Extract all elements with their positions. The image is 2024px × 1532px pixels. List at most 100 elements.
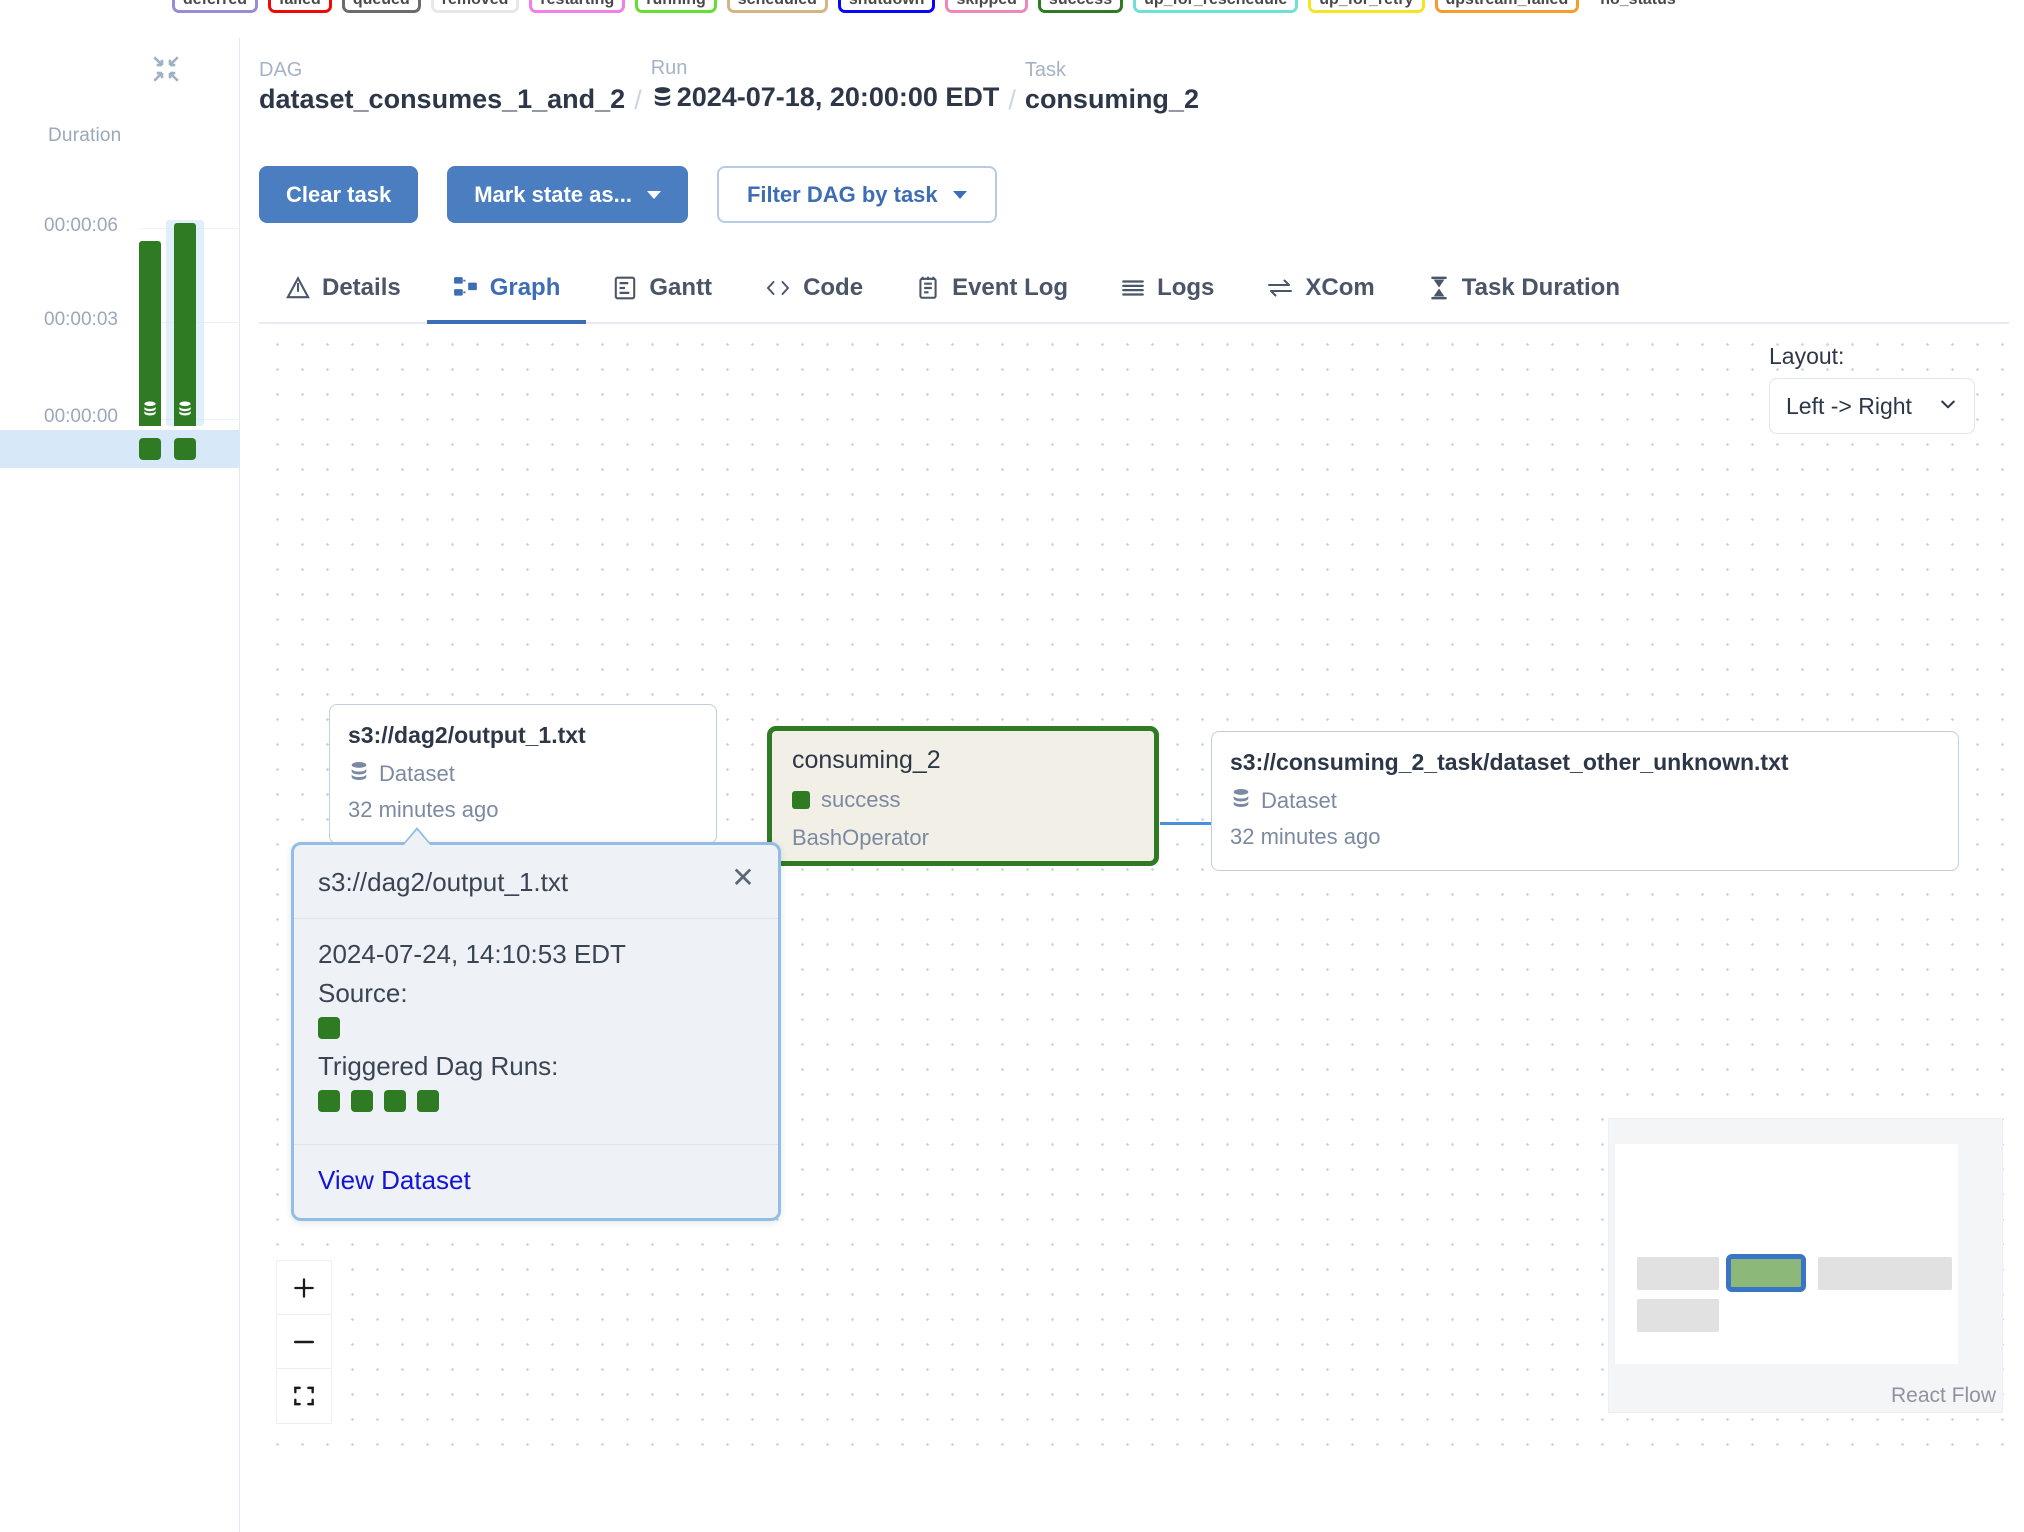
duration-bar[interactable] [174,223,196,426]
dataset-icon [348,760,370,788]
exchange-arrows-icon [1266,275,1294,301]
status-chip[interactable] [318,1017,340,1039]
minimap-viewport [1615,1144,1958,1364]
run-status-square[interactable] [139,438,161,460]
clear-task-label: Clear task [286,182,391,208]
status-legend-badge[interactable]: restarting [529,0,625,13]
dataset-node-title: s3://consuming_2_task/dataset_other_unkn… [1230,749,1940,776]
dataset-node-title: s3://dag2/output_1.txt [348,722,698,749]
status-legend-badge[interactable]: no_status [1589,0,1687,13]
zoom-in-icon[interactable] [277,1261,331,1315]
dataset-icon [142,400,159,422]
tab-code[interactable]: Code [738,256,889,324]
status-legend-label: upstream_failed [1446,0,1569,9]
minimap-node[interactable] [1637,1257,1719,1290]
duration-bar-column[interactable] [139,241,161,426]
tab-gantt[interactable]: Gantt [586,256,738,324]
popover-header: s3://dag2/output_1.txt ✕ [294,845,778,919]
breadcrumb-separator: / [634,85,642,117]
duration-bar-column[interactable] [174,223,196,426]
tab-bar: Details Graph Gantt Code Event Log Logs … [259,256,2009,324]
status-chip[interactable] [417,1090,439,1112]
tab-graph[interactable]: Graph [427,256,587,324]
task-node-title: consuming_2 [792,746,1134,775]
status-legend-badge[interactable]: running [635,0,717,13]
graph-node-task[interactable]: consuming_2 success BashOperator [767,726,1159,866]
status-legend: deferred failed queued removed restarting run… [0,0,2024,14]
tab-event-log-label: Event Log [952,274,1068,302]
chevron-down-icon [953,191,967,199]
status-legend-badge[interactable]: upstream_failed [1435,0,1580,13]
status-legend-badge[interactable]: skipped [945,0,1027,13]
status-legend-badge[interactable]: shutdown [838,0,936,13]
popover-triggered-label: Triggered Dag Runs: [318,1051,754,1082]
dataset-icon [1230,787,1252,815]
layout-control: Layout: Left -> Right [1769,343,1975,434]
status-legend-badge[interactable]: removed [431,0,520,13]
status-legend-badge[interactable]: scheduled [727,0,828,13]
tab-task-duration-label: Task Duration [1462,274,1620,302]
tab-logs[interactable]: Logs [1094,256,1240,324]
edge-task-to-dataset [1160,822,1212,825]
status-legend-badge[interactable]: deferred [172,0,258,13]
compress-arrows-icon[interactable] [147,50,185,88]
popover-triggered-chips[interactable] [318,1090,754,1112]
popover-source-label: Source: [318,978,754,1009]
chevron-down-icon [647,191,661,199]
graph-minimap[interactable]: React Flow [1608,1118,2003,1413]
status-chip[interactable] [384,1090,406,1112]
status-legend-badge[interactable]: up_for_reschedule [1133,0,1298,13]
layout-select[interactable]: Left -> Right [1769,378,1975,434]
breadcrumb-run-kicker: Run [651,56,1000,81]
status-legend-label: up_for_reschedule [1144,0,1287,9]
duration-bar[interactable] [139,241,161,426]
minimap-node[interactable] [1637,1299,1719,1332]
reactflow-attribution[interactable]: React Flow [1891,1384,1996,1408]
fit-view-icon[interactable] [277,1369,331,1423]
main-panel: DAG dataset_consumes_1_and_2 / Run 2024-… [241,38,2024,1470]
status-legend-badge[interactable]: failed [268,0,332,13]
dataset-popover[interactable]: s3://dag2/output_1.txt ✕ 2024-07-24, 14:… [291,842,781,1221]
y-tick-label: 00:00:00 [44,406,118,428]
tab-details-label: Details [322,274,401,302]
status-legend-label: queued [353,0,410,9]
status-badge [792,791,810,809]
status-legend-badge[interactable]: queued [342,0,421,13]
zoom-out-icon[interactable] [277,1315,331,1369]
dataset-node-type: Dataset [1261,788,1337,814]
graph-node-dataset-right[interactable]: s3://consuming_2_task/dataset_other_unkn… [1211,731,1959,871]
status-chip[interactable] [318,1090,340,1112]
breadcrumb-task[interactable]: Task consuming_2 [1025,58,1199,117]
task-node-state-row: success [792,787,1134,813]
graph-node-dataset-left[interactable]: s3://dag2/output_1.txt Dataset 32 minute… [329,704,717,844]
tab-task-duration[interactable]: Task Duration [1401,256,1646,324]
dataset-icon [651,83,674,117]
graph-canvas[interactable]: Layout: Left -> Right s3://dag2/output_1… [259,326,2009,1448]
status-chip[interactable] [351,1090,373,1112]
status-legend-badge[interactable]: success [1038,0,1123,13]
tab-xcom[interactable]: XCom [1240,256,1400,324]
minimap-node-selected[interactable] [1726,1254,1806,1292]
hourglass-icon [1427,275,1451,301]
breadcrumb-run-value-wrap: 2024-07-18, 20:00:00 EDT [651,81,1000,117]
close-icon[interactable]: ✕ [728,863,758,893]
tab-gantt-label: Gantt [649,274,712,302]
status-legend-label: deferred [183,0,247,9]
tab-event-log[interactable]: Event Log [889,256,1094,324]
lines-icon [1120,275,1146,301]
minimap-node[interactable] [1818,1257,1952,1290]
breadcrumb-run[interactable]: Run 2024-07-18, 20:00:00 EDT [651,56,1000,117]
run-row[interactable] [0,430,240,468]
duration-chart-title: Duration [48,125,121,147]
breadcrumb-dag[interactable]: DAG dataset_consumes_1_and_2 [259,58,625,117]
filter-dag-by-task-button[interactable]: Filter DAG by task [717,166,997,223]
clear-task-button[interactable]: Clear task [259,166,418,223]
view-dataset-link[interactable]: View Dataset [318,1165,471,1195]
status-legend-label: shutdown [849,0,925,9]
status-legend-label: no_status [1600,0,1676,9]
mark-state-button[interactable]: Mark state as... [447,166,688,223]
status-legend-badge[interactable]: up_for_retry [1308,0,1424,13]
run-status-square[interactable] [174,438,196,460]
popover-source-chips[interactable] [318,1017,754,1039]
tab-details[interactable]: Details [259,256,427,324]
